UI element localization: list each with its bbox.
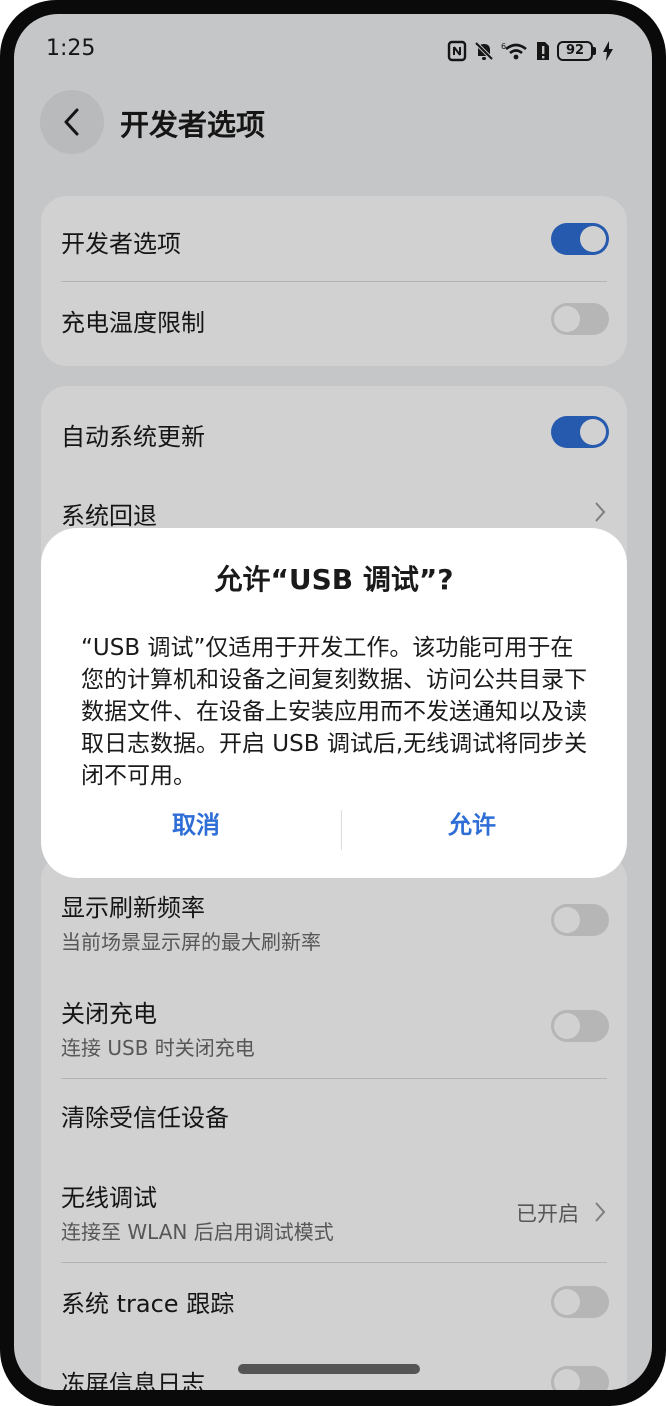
screen: 1:25 6 92 开发者选项 开发者选项 充电温度限制 自动系统更新 系统回退… — [14, 14, 652, 1390]
cancel-button[interactable]: 取消 — [71, 798, 321, 852]
dialog-message: “USB 调试”仅适用于开发工作。该功能可用于在您的计算机和设备之间复刻数据、访… — [81, 635, 588, 789]
allow-button[interactable]: 允许 — [347, 798, 597, 852]
button-divider — [341, 810, 342, 850]
usb-debugging-dialog: 允许“USB 调试”? “USB 调试”仅适用于开发工作。该功能可用于在您的计算… — [41, 528, 627, 878]
phone-frame: 1:25 6 92 开发者选项 开发者选项 充电温度限制 自动系统更新 系统回退… — [0, 0, 666, 1406]
home-indicator[interactable] — [238, 1364, 420, 1374]
dialog-title: 允许“USB 调试”? — [214, 563, 454, 596]
